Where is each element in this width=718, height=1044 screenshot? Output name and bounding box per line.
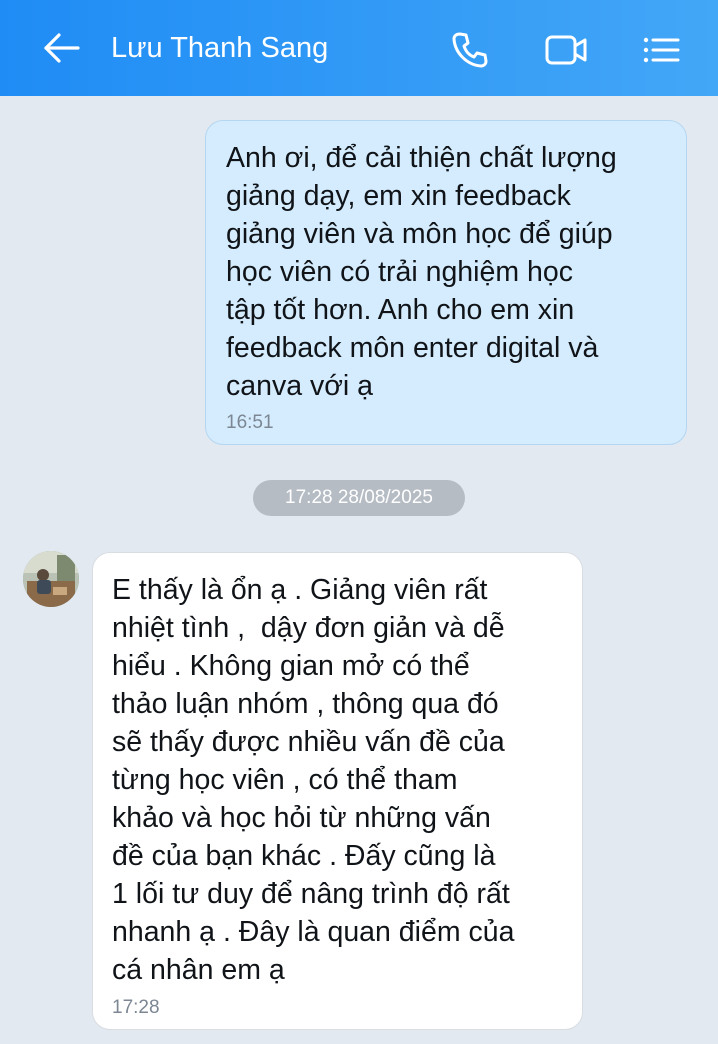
message-text: E thấy là ổn ạ . Giảng viên rất nhiệt tì… xyxy=(112,574,515,986)
chat-header: Lưu Thanh Sang xyxy=(0,0,718,96)
contact-photo-icon xyxy=(23,551,79,607)
date-separator: 17:28 28/08/2025 xyxy=(253,480,465,516)
avatar[interactable] xyxy=(23,551,79,607)
call-button[interactable] xyxy=(448,28,492,72)
incoming-message[interactable]: E thấy là ổn ạ . Giảng viên rất nhiệt tì… xyxy=(92,552,583,1030)
arrow-left-icon xyxy=(44,33,80,63)
outgoing-message[interactable]: Anh ơi, để cải thiện chất lượng giảng dạ… xyxy=(205,120,687,445)
message-list[interactable]: Anh ơi, để cải thiện chất lượng giảng dạ… xyxy=(0,96,718,1044)
menu-button[interactable] xyxy=(640,28,684,72)
message-text: Anh ơi, để cải thiện chất lượng giảng dạ… xyxy=(226,142,617,402)
back-button[interactable] xyxy=(40,28,84,68)
message-time: 17:28 xyxy=(112,997,160,1018)
list-menu-icon xyxy=(643,37,680,63)
contact-name[interactable]: Lưu Thanh Sang xyxy=(111,28,328,68)
video-call-button[interactable] xyxy=(544,28,588,72)
phone-icon xyxy=(452,32,488,68)
video-camera-icon xyxy=(545,35,587,65)
message-time: 16:51 xyxy=(226,412,274,433)
